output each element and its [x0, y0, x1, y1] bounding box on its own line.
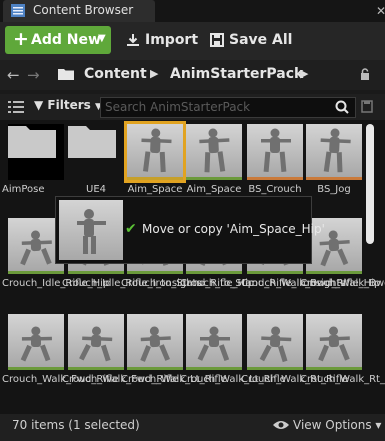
- animation-thumbnail: [8, 314, 64, 370]
- folder-icon: [8, 124, 64, 180]
- animation-thumbnail: [68, 314, 124, 370]
- animation-thumbnail: [124, 121, 186, 183]
- tab-content-browser[interactable]: Content Browser: [3, 0, 155, 22]
- chevron-down-icon: ▾: [375, 418, 382, 432]
- asset-label: Crouch_Walk_Bwd_Rifle_Hip: [241, 278, 381, 289]
- breadcrumb-separator-icon[interactable]: ▶: [300, 67, 308, 80]
- title-bar: Content Browser ✕: [0, 0, 385, 22]
- import-button[interactable]: Import: [124, 26, 198, 54]
- animation-thumbnail: [306, 124, 362, 180]
- asset-label: Crouch_to_Stand_Rifle_Ironsights: [180, 278, 346, 289]
- tooltip-message: Move or copy 'Aim_Space_Hip': [142, 222, 325, 236]
- search-icon: [335, 100, 349, 114]
- eye-icon: [273, 421, 289, 429]
- item-count: 70 items (1 selected): [12, 418, 140, 432]
- save-search-icon[interactable]: [361, 100, 373, 113]
- chevron-down-icon: ▼: [98, 33, 106, 44]
- asset-label: Crouch_to_Stand_Rifle_Hip: [121, 278, 255, 289]
- breadcrumb-content[interactable]: Content: [84, 66, 147, 82]
- animation-thumbnail: [247, 124, 303, 180]
- import-icon: [127, 34, 139, 46]
- asset-label: Crouch_Walk_Rt_Rifle: [241, 374, 349, 385]
- save-all-label: Save All: [229, 32, 293, 48]
- status-bar: 70 items (1 selected) View Options ▾: [0, 414, 385, 441]
- filters-button[interactable]: ▼ Filters ▼: [34, 98, 102, 112]
- asset-label: Crouch_Walk_Bwd_Rifle: [300, 278, 385, 289]
- view-options-label: View Options: [293, 418, 372, 432]
- animation-thumbnail: [186, 124, 242, 180]
- animation-thumbnail: [306, 314, 362, 370]
- close-icon[interactable]: ✕: [376, 4, 385, 18]
- add-new-label: Add New: [31, 32, 101, 48]
- view-options-button[interactable]: View Options ▾: [293, 418, 381, 432]
- asset-label: BS_Crouch: [248, 184, 302, 195]
- asset-label: Crouch_Walk_Lt_Rifle: [121, 374, 227, 385]
- asset-label: Crouch_Walk_Fwd_Rifle: [62, 374, 179, 385]
- sources-panel-icon[interactable]: [8, 100, 24, 114]
- filter-icon: ▼: [34, 98, 44, 112]
- folder-icon: [58, 69, 74, 80]
- asset-label: BS_Jog: [317, 184, 351, 195]
- toolbar: + Add New ▼ Import Save All: [0, 22, 385, 60]
- asset-label: Crouch_Walk_Lt_Rifle: [180, 374, 286, 385]
- asset-label: Crouch_Walk_Rt_Rifle: [300, 374, 385, 385]
- animation-thumbnail: [247, 314, 303, 370]
- asset-label: Crouch_Idle_Rifle_Ironsights: [62, 278, 202, 289]
- filters-label: Filters: [47, 98, 91, 112]
- content-browser-icon: [11, 4, 25, 17]
- drag-tooltip: ✔ Move or copy 'Aim_Space_Hip': [55, 196, 325, 264]
- asset-label: Crouch_Walk_Fwd_Rifle: [2, 374, 119, 385]
- animation-thumbnail: [186, 314, 242, 370]
- lock-icon[interactable]: [360, 68, 370, 80]
- search-input[interactable]: Search AnimStarterPack: [100, 97, 356, 118]
- scrollbar[interactable]: [366, 124, 374, 244]
- asset-label: UE4: [86, 184, 106, 195]
- asset-label: Aim_Space: [186, 184, 242, 195]
- save-all-button[interactable]: Save All: [208, 26, 292, 54]
- tab-label: Content Browser: [33, 3, 134, 17]
- import-label: Import: [145, 32, 199, 48]
- path-bar: ← → Content ▶ AnimStarterPack ▶: [0, 60, 385, 90]
- back-arrow-icon[interactable]: ←: [7, 66, 20, 84]
- save-icon: [210, 33, 224, 47]
- breadcrumb-separator-icon[interactable]: ▶: [150, 67, 158, 80]
- animation-thumbnail: [127, 314, 183, 370]
- filter-bar: ▼ Filters ▼ Search AnimStarterPack: [0, 94, 385, 120]
- search-placeholder: Search AnimStarterPack: [105, 100, 251, 114]
- forward-arrow-icon[interactable]: →: [27, 66, 40, 84]
- checkmark-icon: ✔: [125, 221, 137, 237]
- folder-icon: [68, 124, 124, 180]
- add-new-button[interactable]: + Add New ▼: [5, 26, 111, 54]
- asset-grid: AimPose UE4 Aim_Space Aim_Space BS_Crouch BS_…: [0, 120, 385, 414]
- tooltip-thumbnail: [59, 200, 123, 260]
- asset-label: Crouch_Idle_Rifle_Hip: [2, 278, 110, 289]
- asset-label: Aim_Space: [127, 184, 183, 195]
- plus-icon: +: [13, 28, 29, 50]
- breadcrumb-animstarterpack[interactable]: AnimStarterPack: [170, 66, 303, 82]
